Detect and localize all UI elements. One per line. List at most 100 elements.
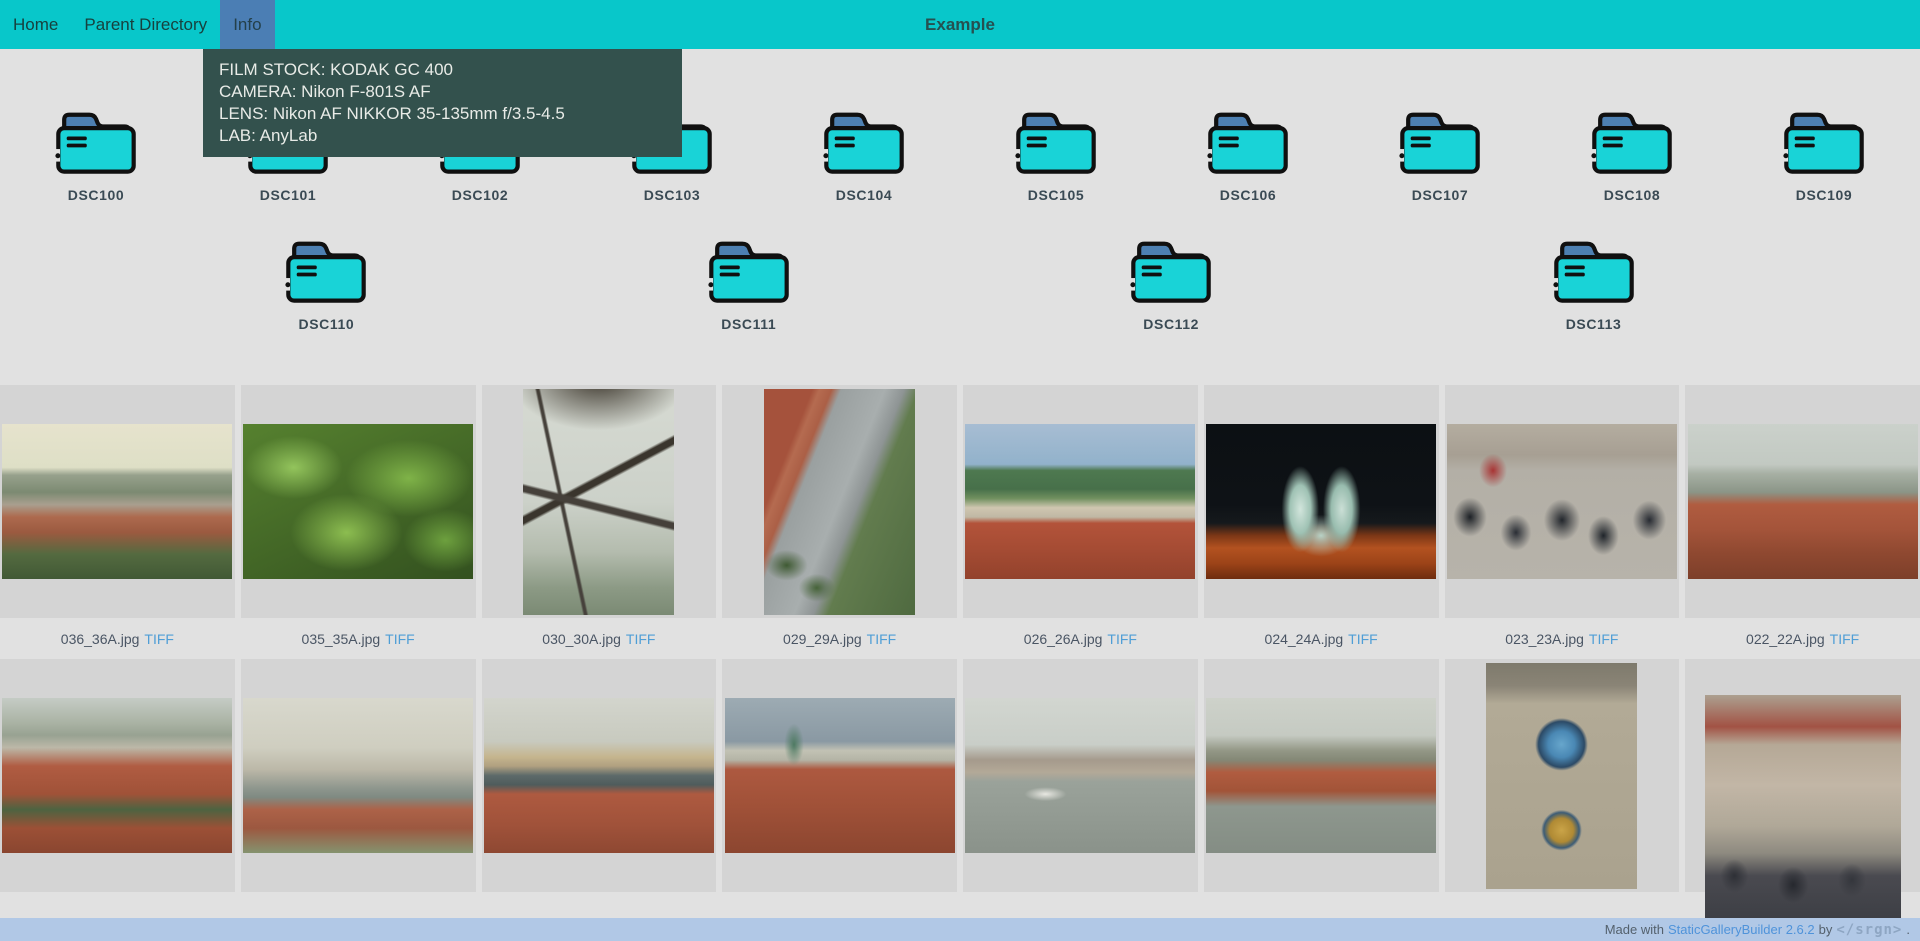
thumbnail-image[interactable] [523,389,674,615]
folder-item[interactable]: DSC109 [1728,103,1920,203]
thumbnail-image[interactable] [965,424,1195,579]
folder-icon [705,232,793,304]
thumbnail-cell: 029_29A.jpg TIFF [722,385,957,659]
thumbnail-image[interactable] [243,424,473,579]
tiff-link[interactable]: TIFF [1348,631,1378,647]
thumbnail-gallery: 036_36A.jpg TIFF 035_35A.jpg TIFF [0,385,1920,933]
thumbnail-filename: 036_36A.jpg [61,631,140,647]
footer-made-with: Made with [1605,922,1664,937]
thumbnail-box [241,385,476,618]
thumbnail-cell: 024_24A.jpg TIFF [1204,385,1439,659]
folder-label: DSC106 [1220,187,1277,203]
tiff-link[interactable]: TIFF [1107,631,1137,647]
folder-label: DSC111 [721,316,776,332]
folder-item[interactable]: DSC106 [1152,103,1344,203]
thumbnail-filename: 026_26A.jpg [1024,631,1103,647]
folder-label: DSC101 [260,187,317,203]
folder-item[interactable]: DSC104 [768,103,960,203]
nav-item[interactable]: Info [220,0,274,49]
folder-icon [1396,103,1484,175]
folder-icon [1012,103,1100,175]
tooltip-line: CAMERA: Nikon F-801S AF [219,81,666,103]
thumbnail-caption: 023_23A.jpg TIFF [1445,618,1680,659]
folder-item[interactable]: DSC111 [653,232,845,332]
thumbnail-image[interactable] [2,698,232,853]
thumbnail-caption: 026_26A.jpg TIFF [963,618,1198,659]
folder-label: DSC102 [452,187,509,203]
thumbnail-caption: 024_24A.jpg TIFF [1204,618,1439,659]
nav-item[interactable]: Parent Directory [71,0,220,49]
thumbnail-caption: 022_22A.jpg TIFF [1685,618,1920,659]
thumbnail-image[interactable] [1447,424,1677,579]
folder-label: DSC109 [1796,187,1853,203]
thumbnail-image[interactable] [965,698,1195,853]
thumbnail-cell: 035_35A.jpg TIFF [241,385,476,659]
folder-item[interactable]: DSC107 [1344,103,1536,203]
builder-version-link[interactable]: StaticGalleryBuilder 2.6.2 [1668,922,1815,937]
thumbnail-cell: 022_22A.jpg TIFF [1685,385,1920,659]
folder-icon [52,103,140,175]
tooltip-line: LAB: AnyLab [219,125,666,147]
thumbnail-image[interactable] [1705,695,1901,921]
thumbnail-cell [1685,659,1920,933]
tiff-link[interactable]: TIFF [867,631,897,647]
thumbnail-box [722,659,957,892]
thumbnail-caption: 035_35A.jpg TIFF [241,618,476,659]
thumbnail-cell [963,659,1198,933]
nav-item[interactable]: Home [0,0,71,49]
tiff-link[interactable]: TIFF [626,631,656,647]
thumbnail-cell: 023_23A.jpg TIFF [1445,385,1680,659]
thumbnail-filename: 035_35A.jpg [302,631,381,647]
thumbnail-box [963,659,1198,892]
folder-item[interactable]: DSC110 [230,232,422,332]
footer: Made with StaticGalleryBuilder 2.6.2 by … [0,918,1920,941]
thumbnail-box [1445,385,1680,618]
thumbnail-filename: 030_30A.jpg [542,631,621,647]
folder-label: DSC105 [1028,187,1085,203]
tiff-link[interactable]: TIFF [385,631,415,647]
thumbnail-image[interactable] [484,698,714,853]
folder-label: DSC113 [1566,316,1622,332]
tiff-link[interactable]: TIFF [144,631,174,647]
thumbnail-image[interactable] [1486,663,1637,889]
thumbnail-image[interactable] [1688,424,1918,579]
srgn-logo[interactable]: </srgn> [1836,922,1902,938]
thumbnail-box [482,385,717,618]
thumbnail-box [241,659,476,892]
folder-item[interactable]: DSC108 [1536,103,1728,203]
page-title: Example [925,15,995,35]
folder-row: DSC110 DSC111 [0,232,1920,332]
folder-label: DSC107 [1412,187,1469,203]
folder-item[interactable]: DSC100 [0,103,192,203]
tiff-link[interactable]: TIFF [1589,631,1619,647]
thumbnail-cell: 036_36A.jpg TIFF [0,385,235,659]
thumbnail-box [1204,385,1439,618]
thumbnail-grid-row: 036_36A.jpg TIFF 035_35A.jpg TIFF [0,385,1920,659]
thumbnail-cell: 030_30A.jpg TIFF [482,385,717,659]
folder-icon [1588,103,1676,175]
thumbnail-image[interactable] [764,389,915,615]
tiff-link[interactable]: TIFF [1830,631,1860,647]
thumbnail-caption: 029_29A.jpg TIFF [722,618,957,659]
thumbnail-cell [1204,659,1439,933]
thumbnail-box [722,385,957,618]
folder-label: DSC112 [1143,316,1199,332]
folder-item[interactable]: DSC113 [1498,232,1690,332]
thumbnail-image[interactable] [725,698,955,853]
thumbnail-image[interactable] [1206,424,1436,579]
thumbnail-image[interactable] [243,698,473,853]
thumbnail-image[interactable] [2,424,232,579]
thumbnail-filename: 029_29A.jpg [783,631,862,647]
footer-by: by [1819,922,1833,937]
folder-label: DSC108 [1604,187,1661,203]
info-tooltip: FILM STOCK: KODAK GC 400 CAMERA: Nikon F… [203,49,682,157]
thumbnail-box [1685,385,1920,618]
folder-item[interactable]: DSC112 [1075,232,1267,332]
thumbnail-image[interactable] [1206,698,1436,853]
thumbnail-cell [241,659,476,933]
thumbnail-box [0,385,235,618]
thumbnail-caption: 030_30A.jpg TIFF [482,618,717,659]
thumbnail-cell [482,659,717,933]
tooltip-line: LENS: Nikon AF NIKKOR 35-135mm f/3.5-4.5 [219,103,666,125]
folder-item[interactable]: DSC105 [960,103,1152,203]
